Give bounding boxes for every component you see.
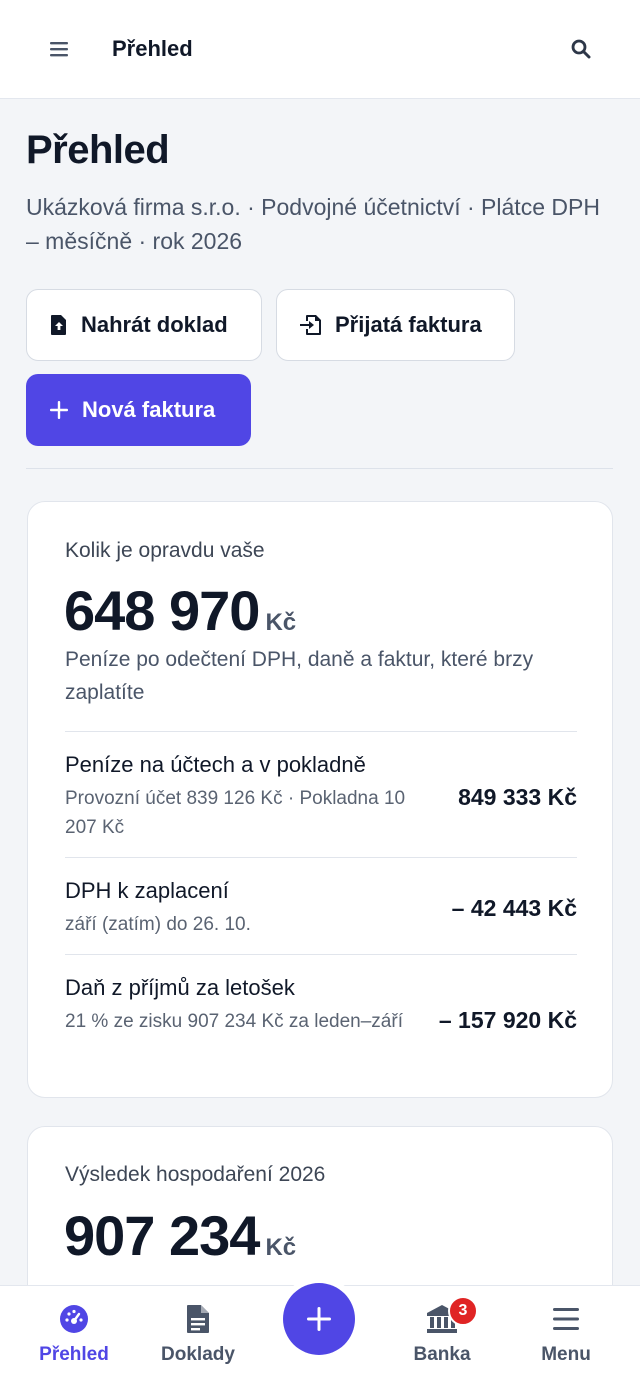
nav-label-overview: Přehled [39,1344,109,1365]
annual-result-unit: Kč [265,1234,297,1261]
document-icon [187,1305,209,1333]
available-money-description: Peníze po odečtení DPH, daně a faktur, k… [65,648,534,704]
balance-row: Peníze na účtech a v pokladně Provozní ú… [65,731,577,857]
section-divider [26,468,613,469]
vat-row-sub: září (zatím) do 26. 10. [65,914,251,935]
nav-label-menu: Menu [541,1344,591,1365]
hamburger-menu-button[interactable] [40,30,78,68]
menu-icon [553,1308,579,1330]
income-tax-row-amount: – 157 920 Kč [438,1007,577,1033]
available-money-unit: Kč [265,609,297,636]
nav-item-overview[interactable]: Přehled [28,1286,120,1385]
vat-row-title: DPH k zaplacení [65,878,229,903]
search-button[interactable] [562,30,600,68]
balance-row-sub: Provozní účet 839 126 Kč · Pokladna 10 2… [65,788,406,838]
vat-row: DPH k zaplacení září (zatím) do 26. 10. … [65,857,577,954]
nav-item-documents[interactable]: Doklady [152,1286,244,1385]
annual-result-value: 907 234 [64,1204,260,1267]
top-app-bar: Přehled [0,0,640,99]
page-title: Přehled [26,128,170,172]
nav-label-documents: Doklady [161,1344,235,1365]
plus-icon [307,1307,331,1331]
bank-notification-badge: 3 [448,1296,478,1326]
available-money-label: Kolik je opravdu vaše [65,539,265,562]
annual-result-label: Výsledek hospodaření 2026 [65,1163,326,1186]
income-tax-row-sub: 21 % ze zisku 907 234 Kč za leden–září [65,1011,403,1032]
upload-document-label: Nahrát doklad [81,312,228,337]
received-invoice-button[interactable]: Přijatá faktura [276,289,515,361]
new-invoice-label: Nová faktura [82,397,216,422]
available-money-value: 648 970 [64,579,260,642]
received-invoice-label: Přijatá faktura [335,312,482,337]
nav-item-menu[interactable]: Menu [520,1286,612,1385]
search-icon [571,39,591,59]
app-bar-title: Přehled [112,36,193,61]
file-upload-icon [51,315,66,335]
available-money-card: Kolik je opravdu vaše 648 970 Kč Peníze p… [27,501,613,1098]
hamburger-icon [50,42,68,57]
income-tax-row-title: Daň z příjmů za letošek [65,975,295,1000]
file-import-icon [300,315,321,335]
page-subtitle: Ukázková firma s.r.o. · Podvojné účetnic… [26,194,600,254]
nav-item-bank[interactable]: 3 Banka [396,1286,488,1385]
nav-label-bank: Banka [413,1344,471,1365]
income-tax-row: Daň z příjmů za letošek 21 % ze zisku 90… [65,954,577,1098]
balance-row-amount: 849 333 Kč [458,784,577,810]
upload-document-button[interactable]: Nahrát doklad [26,289,262,361]
balance-row-title: Peníze na účtech a v pokladně [65,752,366,777]
available-money-amount: 648 970 Kč [64,578,296,643]
annual-result-amount: 907 234 Kč [64,1203,296,1268]
add-fab-button[interactable] [277,1277,361,1361]
dashboard-icon [60,1305,88,1333]
plus-icon [50,401,68,419]
vat-row-amount: – 42 443 Kč [451,895,577,921]
new-invoice-button[interactable]: Nová faktura [26,374,251,446]
